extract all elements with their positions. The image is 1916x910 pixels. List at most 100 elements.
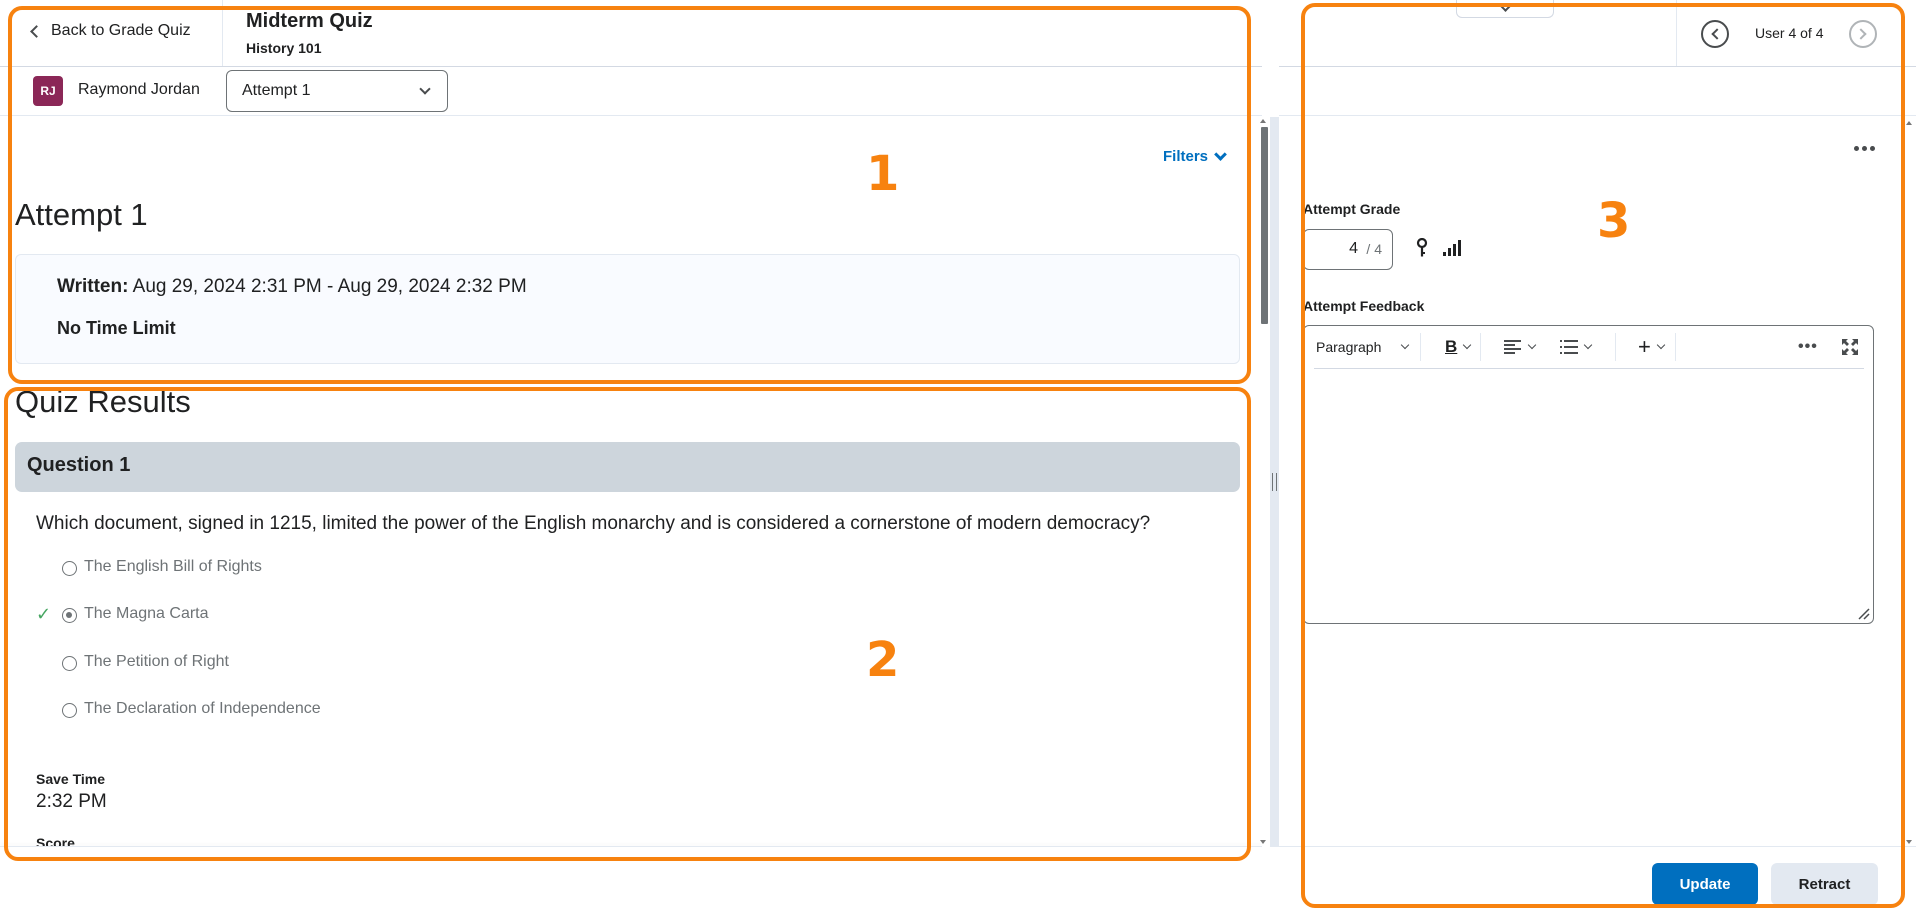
user-count: User 4 of 4	[1755, 25, 1824, 41]
written-label: Written:	[57, 276, 129, 297]
insert-button[interactable]: +	[1638, 334, 1666, 360]
course-name: History 101	[246, 40, 322, 56]
chevron-down-icon	[419, 83, 431, 95]
attempt-grade-label: Attempt Grade	[1303, 201, 1401, 217]
attempt-heading: Attempt 1	[15, 197, 148, 232]
radio-icon	[62, 703, 77, 718]
toolbar-separator	[1675, 333, 1676, 361]
answer-label: The Magna Carta	[84, 605, 209, 622]
bold-button[interactable]: B	[1445, 334, 1472, 360]
grade-value: 4	[1349, 240, 1358, 257]
quiz-results-heading: Quiz Results	[15, 384, 191, 419]
page-title: Midterm Quiz	[246, 10, 373, 32]
left-scrollbar[interactable]	[1258, 117, 1270, 847]
pane-splitter[interactable]	[1270, 117, 1279, 847]
grade-max: / 4	[1366, 241, 1382, 257]
editor-toolbar: Paragraph B + •••	[1304, 326, 1873, 368]
chevron-down-icon	[1527, 340, 1537, 350]
collapse-header-button[interactable]	[1456, 0, 1554, 18]
next-user-button[interactable]	[1849, 20, 1877, 48]
more-tools-button[interactable]: •••	[1798, 334, 1818, 360]
bold-icon: B	[1445, 337, 1458, 356]
scrollbar-thumb[interactable]	[1261, 127, 1268, 324]
attempt-select[interactable]: Attempt 1	[226, 70, 448, 112]
time-limit: No Time Limit	[57, 318, 176, 338]
update-button[interactable]: Update	[1652, 863, 1758, 905]
scroll-down-arrow-icon[interactable]	[1906, 840, 1912, 844]
scroll-up-arrow-icon[interactable]	[1260, 119, 1266, 123]
format-select-value: Paragraph	[1316, 339, 1382, 355]
plus-icon: +	[1638, 334, 1651, 359]
bullet-list-icon	[1560, 340, 1578, 354]
chevron-down-icon	[1656, 340, 1666, 350]
attempt-select-value: Attempt 1	[242, 82, 311, 99]
filters-button[interactable]: Filters	[1163, 148, 1227, 165]
back-link-label: Back to Grade Quiz	[51, 22, 191, 39]
user-name: Raymond Jordan	[78, 81, 200, 98]
dot-icon	[1862, 145, 1867, 151]
divider	[1314, 368, 1864, 369]
avatar: RJ	[33, 76, 63, 106]
answer-label: The Declaration of Independence	[84, 700, 321, 717]
grading-pane: User 4 of 4 Attempt Grade 4 / 4 Attempt …	[1279, 0, 1916, 910]
retract-button[interactable]: Retract	[1771, 863, 1878, 905]
scroll-up-arrow-icon[interactable]	[1906, 121, 1912, 125]
radio-selected-icon	[62, 608, 77, 623]
attempt-grade-input[interactable]: 4 / 4	[1303, 229, 1393, 270]
more-options-button[interactable]	[1854, 142, 1878, 154]
align-left-icon	[1504, 340, 1521, 354]
toolbar-separator	[1615, 333, 1616, 361]
written-info: Written: Aug 29, 2024 2:31 PM - Aug 29, …	[57, 276, 527, 298]
fullscreen-button[interactable]	[1841, 334, 1859, 360]
chevron-down-icon	[1583, 340, 1593, 350]
user-nav-bar: User 4 of 4	[1279, 0, 1916, 67]
chevron-down-icon	[1463, 340, 1472, 350]
left-pane: Back to Grade Quiz Midterm Quiz History …	[0, 0, 1262, 910]
chevron-left-icon	[30, 25, 43, 38]
answer-option: The Declaration of Independence	[0, 699, 600, 723]
attempt-feedback-label: Attempt Feedback	[1303, 298, 1425, 314]
drag-handle-icon[interactable]	[1272, 473, 1277, 491]
question-title: Question 1	[27, 454, 131, 476]
chevron-left-icon	[1711, 28, 1723, 40]
grading-content: Attempt Grade 4 / 4 Attempt Feedback Par…	[1279, 117, 1916, 847]
align-button[interactable]	[1504, 334, 1537, 360]
resize-handle-icon[interactable]	[1856, 606, 1870, 620]
chevron-down-icon	[1499, 0, 1512, 12]
save-time-value: 2:32 PM	[36, 791, 107, 812]
feedback-editor-body[interactable]	[1316, 376, 1861, 611]
list-button[interactable]	[1560, 334, 1593, 360]
chevron-down-icon	[1401, 340, 1410, 350]
scroll-down-arrow-icon[interactable]	[1260, 840, 1266, 844]
chevron-right-icon	[1855, 28, 1867, 40]
format-select[interactable]: Paragraph	[1316, 334, 1410, 360]
top-bar: Back to Grade Quiz Midterm Quiz History …	[0, 0, 1262, 67]
save-time-label: Save Time	[36, 771, 106, 787]
statistics-icon[interactable]	[1442, 239, 1462, 257]
dot-icon	[1870, 145, 1875, 151]
dot-icon	[1854, 145, 1859, 151]
filters-label: Filters	[1163, 148, 1209, 165]
divider	[1676, 0, 1677, 66]
toolbar-separator	[1420, 333, 1421, 361]
previous-user-button[interactable]	[1701, 20, 1729, 48]
attempt-content: Filters Attempt 1 Written: Aug 29, 2024 …	[0, 117, 1262, 847]
toolbar-separator	[1480, 333, 1481, 361]
radio-icon	[62, 561, 77, 576]
question-text: Which document, signed in 1215, limited …	[36, 513, 1151, 534]
answer-option: The Petition of Right	[0, 652, 600, 676]
back-to-grade-quiz-link[interactable]: Back to Grade Quiz	[30, 22, 191, 40]
written-value: Aug 29, 2024 2:31 PM - Aug 29, 2024 2:32…	[132, 276, 527, 297]
answer-label: The Petition of Right	[84, 653, 229, 670]
answer-option: The English Bill of Rights	[0, 557, 600, 581]
divider	[222, 0, 223, 66]
key-icon[interactable]	[1416, 238, 1428, 258]
checkmark-icon: ✓	[36, 604, 52, 624]
answer-option: ✓ The Magna Carta	[0, 604, 600, 628]
attempt-info-card: Written: Aug 29, 2024 2:31 PM - Aug 29, …	[15, 254, 1240, 364]
right-subbar	[1279, 67, 1916, 116]
answer-label: The English Bill of Rights	[84, 558, 262, 575]
radio-icon	[62, 656, 77, 671]
divider	[1279, 846, 1916, 847]
user-bar: RJ Raymond Jordan Attempt 1	[0, 67, 1262, 116]
